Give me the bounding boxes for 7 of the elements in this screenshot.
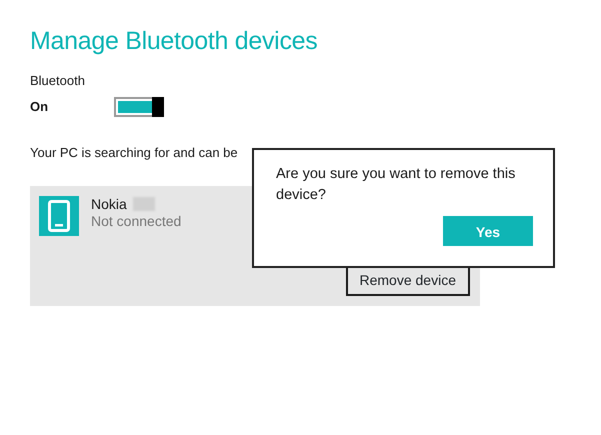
device-status: Not connected bbox=[91, 212, 182, 230]
page-title: Manage Bluetooth devices bbox=[30, 26, 318, 56]
dialog-message: Are you sure you want to remove this device? bbox=[276, 165, 516, 206]
setting-state: On bbox=[30, 98, 50, 116]
setting-label: Bluetooth bbox=[30, 72, 86, 90]
device-name: Nokia bbox=[91, 196, 127, 213]
status-text: Your PC is searching for and can be bbox=[30, 144, 239, 162]
